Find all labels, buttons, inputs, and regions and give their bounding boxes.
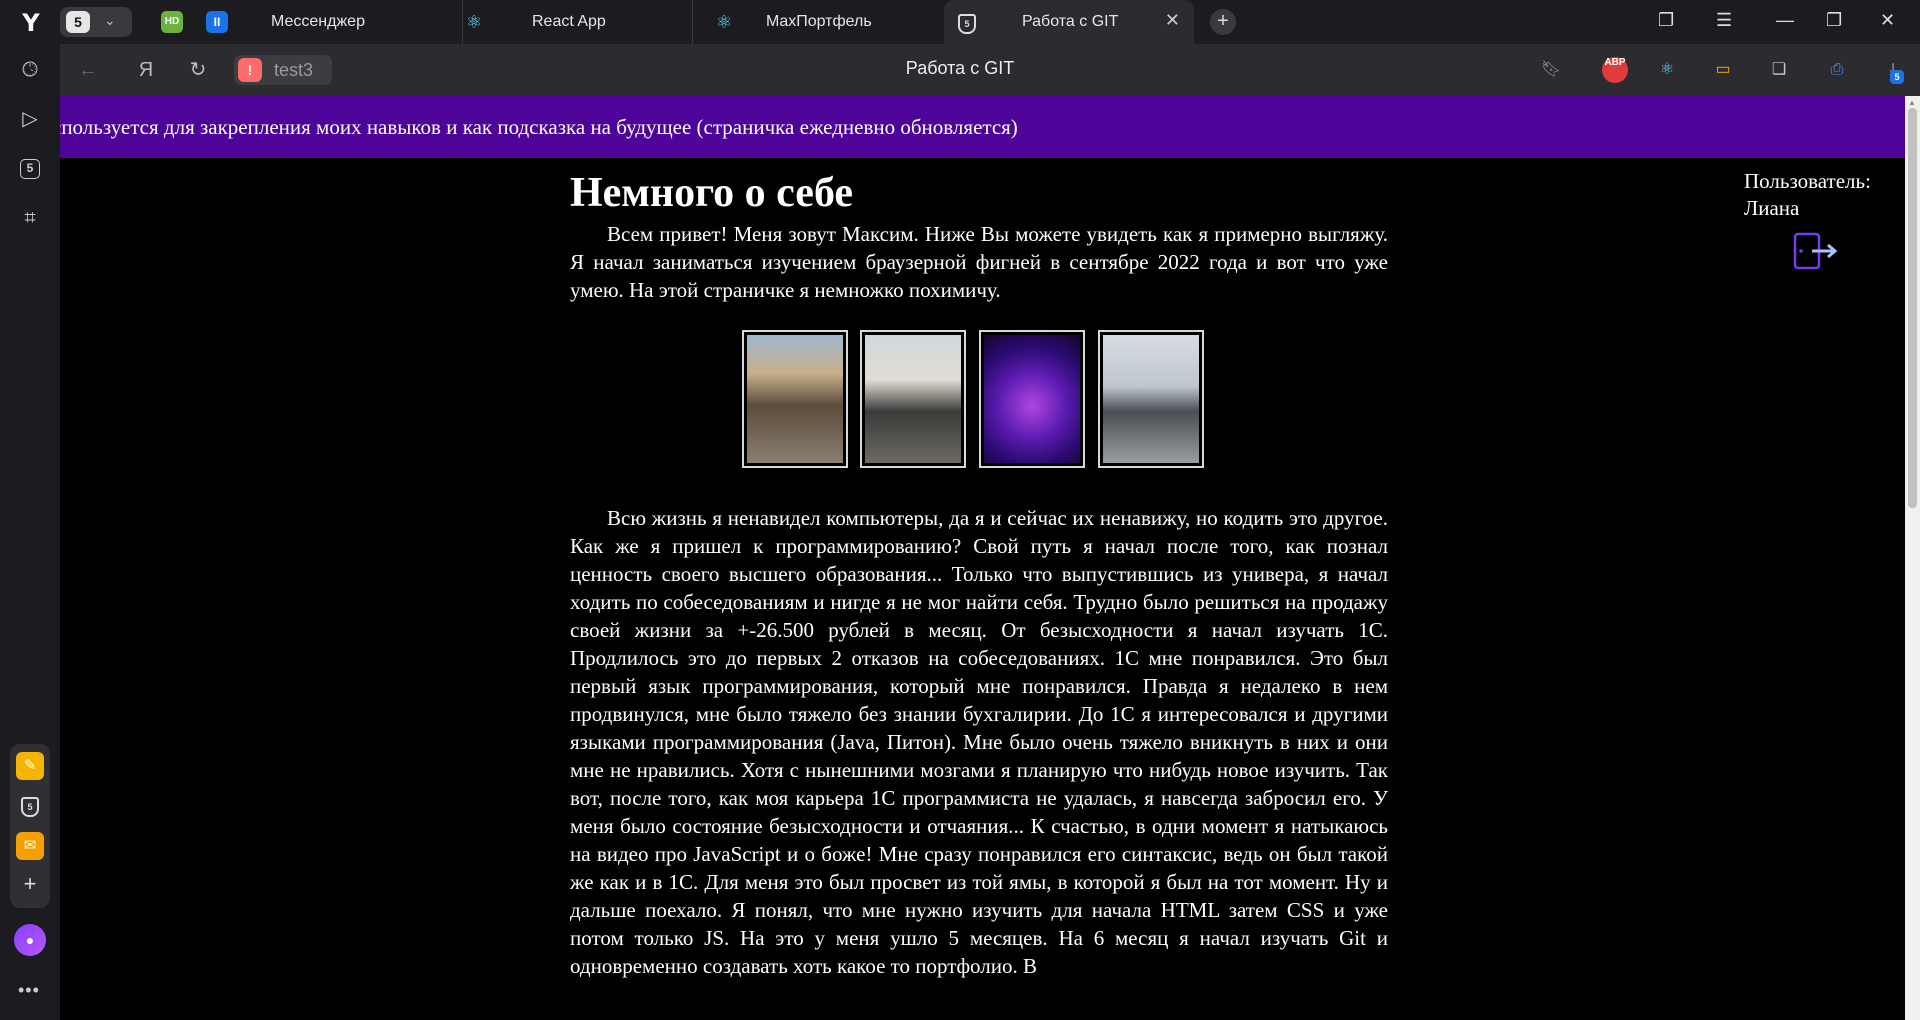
- back-button[interactable]: ←: [74, 57, 102, 83]
- about-article: Немного о себе Всем привет! Меня зовут М…: [570, 168, 1388, 980]
- close-icon[interactable]: ✕: [1165, 10, 1180, 31]
- menu-icon[interactable]: ☰: [1716, 10, 1732, 31]
- restore-icon[interactable]: ❐: [1826, 10, 1842, 31]
- chevron-down-icon: ⌄: [104, 12, 116, 28]
- sidebar-apps-panel: ✎ 5 ✉ +: [10, 744, 50, 908]
- mail-icon[interactable]: ✉: [16, 832, 44, 860]
- tab-label: MaxПортфель: [766, 13, 872, 30]
- tab-maxportfel[interactable]: ⚛ MaxПортфель: [694, 0, 944, 44]
- tab-react-app[interactable]: ⚛ React App: [444, 0, 693, 44]
- tab-label: React App: [532, 13, 606, 30]
- tab-group-sidebar-badge[interactable]: 5: [20, 159, 40, 179]
- scrollbar-thumb[interactable]: [1908, 108, 1917, 508]
- downloads-count-badge: 5: [1890, 70, 1904, 84]
- html5-icon[interactable]: 5: [16, 792, 44, 820]
- tab-label: Мессенджер: [271, 13, 365, 30]
- tab-group-count: 5: [66, 11, 90, 33]
- minimize-icon[interactable]: —: [1776, 10, 1794, 31]
- site-label: test3: [274, 60, 314, 80]
- tab-group-button[interactable]: 5 ⌄: [60, 7, 132, 37]
- history-icon[interactable]: 🕓︎: [15, 55, 45, 85]
- site-info-chip[interactable]: ! test3: [234, 55, 332, 85]
- pinned-tab-hd[interactable]: HD: [161, 11, 183, 33]
- page-viewport: спользуется для закрепления моих навыков…: [60, 96, 1905, 1020]
- react-icon: ⚛: [716, 12, 733, 32]
- bookmark-icon[interactable]: 🔖︎: [1538, 57, 1564, 83]
- photo-image: [747, 335, 843, 463]
- address-page-title[interactable]: Работа с GIT: [840, 58, 1080, 79]
- marquee-banner: спользуется для закрепления моих навыков…: [60, 96, 1905, 158]
- new-tab-button[interactable]: +: [1210, 9, 1236, 35]
- user-label: Пользователь:: [1744, 169, 1871, 193]
- notes-app-icon[interactable]: ✎: [16, 752, 44, 780]
- tab-rabota-s-git[interactable]: 5 Работа с GIT ✕: [944, 0, 1194, 44]
- react-icon: ⚛: [466, 12, 483, 32]
- alice-assistant-icon[interactable]: ●: [14, 924, 46, 956]
- warning-icon: !: [238, 58, 262, 82]
- battery-icon[interactable]: ▭: [1710, 57, 1736, 83]
- photo-gallery: [570, 330, 1388, 468]
- react-devtools-icon[interactable]: ⚛: [1654, 57, 1680, 83]
- photo-car[interactable]: [742, 330, 848, 468]
- page-scrollbar[interactable]: ▲: [1905, 96, 1920, 1020]
- reader-mode-icon[interactable]: ❏: [1766, 57, 1792, 83]
- yandex-icon[interactable]: Я: [132, 57, 160, 83]
- browser-logo-icon[interactable]: Y: [14, 8, 48, 38]
- html5-icon: 5: [958, 11, 978, 34]
- photo-image: [865, 335, 961, 463]
- screenshot-icon[interactable]: ⌗: [15, 203, 45, 233]
- address-bar: ← Я ↻ ! test3 Работа с GIT 🔖︎ ABP ⚛ ▭ ❏ …: [60, 44, 1920, 96]
- photo-image: [984, 335, 1080, 463]
- photo-neon-room[interactable]: [979, 330, 1085, 468]
- reload-button[interactable]: ↻: [184, 57, 212, 83]
- more-icon[interactable]: •••: [18, 980, 40, 1001]
- photo-image: [1103, 335, 1199, 463]
- user-name: Лиана: [1744, 196, 1800, 220]
- pinned-tab-player[interactable]: II: [206, 11, 228, 33]
- tab-messenger[interactable]: Мессенджер: [244, 0, 463, 44]
- article-body: Всю жизнь я ненавидел компьютеры, да я и…: [570, 506, 1388, 978]
- play-icon[interactable]: ▷: [15, 104, 45, 134]
- marquee-text: спользуется для закрепления моих навыков…: [60, 115, 1018, 139]
- tab-label: Работа с GIT: [1022, 13, 1119, 30]
- close-window-icon[interactable]: ✕: [1880, 10, 1895, 31]
- photo-motorcycle[interactable]: [860, 330, 966, 468]
- user-panel: Пользователь: Лиана: [1744, 168, 1871, 222]
- photo-embankment[interactable]: [1098, 330, 1204, 468]
- download-protect-icon[interactable]: ⎙: [1824, 57, 1850, 83]
- add-app-icon[interactable]: +: [16, 870, 44, 898]
- scroll-up-icon[interactable]: ▲: [1908, 98, 1916, 107]
- adblock-extension-button[interactable]: ABP: [1602, 57, 1628, 83]
- browser-sidebar: 🕓︎ ▷ 5 ⌗ ✎ 5 ✉ + ● •••: [0, 44, 60, 1020]
- tab-strip: Y 5 ⌄ HD II Мессенджер ⚛ React App ⚛ Max…: [0, 0, 1920, 44]
- logout-icon[interactable]: [1792, 230, 1840, 272]
- article-title: Немного о себе: [570, 170, 854, 216]
- article-intro: Всем привет! Меня зовут Максим. Ниже Вы …: [570, 222, 1388, 302]
- collections-icon[interactable]: ❐: [1658, 10, 1674, 31]
